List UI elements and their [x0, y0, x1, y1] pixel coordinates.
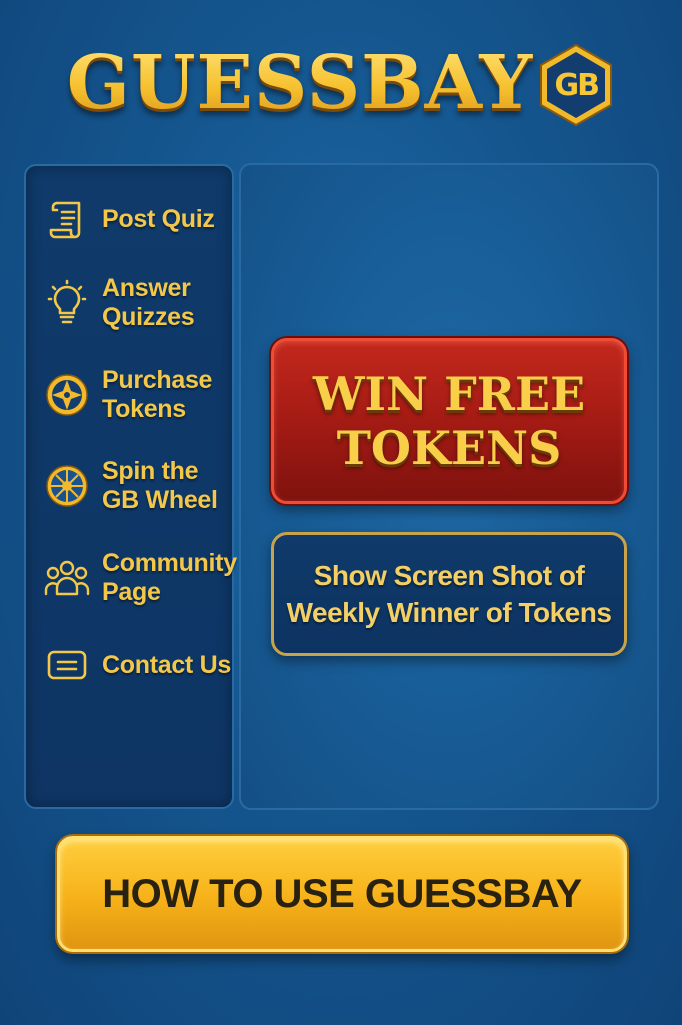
- sidebar-item-community-page[interactable]: Community Page: [44, 549, 237, 607]
- message-icon: [44, 642, 90, 688]
- sidebar-item-spin-wheel[interactable]: Spin the GB Wheel: [44, 457, 234, 515]
- win-free-tokens-button[interactable]: WIN FREE TOKENS: [271, 338, 627, 504]
- sidebar-item-label: Community Page: [102, 549, 237, 606]
- weekly-winner-label: Show Screen Shot of Weekly Winner of Tok…: [286, 560, 612, 628]
- gb-logo-badge: GB: [537, 42, 615, 128]
- token-icon: [44, 372, 90, 418]
- how-to-use-button[interactable]: HOW TO USE GUESSBAY: [57, 836, 627, 952]
- win-free-tokens-label: WIN FREE TOKENS: [312, 367, 586, 475]
- wheel-icon: [44, 463, 90, 509]
- sidebar-item-label: Answer Quizzes: [102, 274, 195, 331]
- scroll-icon: [44, 196, 90, 242]
- sidebar-item-label: Contact Us: [102, 650, 231, 679]
- sidebar-item-label: Post Quiz: [102, 204, 215, 233]
- app-title: GUESSBAY: [66, 40, 534, 126]
- sidebar-item-answer-quizzes[interactable]: Answer Quizzes: [44, 274, 234, 332]
- sidebar-item-post-quiz[interactable]: Post Quiz: [44, 196, 234, 242]
- community-icon: [44, 555, 90, 601]
- sidebar-nav: Post Quiz Answer Quizzes Purchase Tokens…: [24, 164, 237, 809]
- weekly-winner-screenshot-button[interactable]: Show Screen Shot of Weekly Winner of Tok…: [271, 532, 627, 656]
- gb-logo-text: GB: [554, 67, 600, 103]
- sidebar-item-label: Purchase Tokens: [102, 366, 213, 423]
- how-to-use-label: HOW TO USE GUESSBAY: [102, 871, 582, 916]
- app-header: GUESSBAY GB: [0, 28, 682, 138]
- sidebar-item-label: Spin the GB Wheel: [102, 457, 218, 514]
- sidebar-item-contact-us[interactable]: Contact Us: [44, 642, 234, 688]
- sidebar-item-purchase-tokens[interactable]: Purchase Tokens: [44, 366, 234, 424]
- lightbulb-icon: [44, 279, 90, 326]
